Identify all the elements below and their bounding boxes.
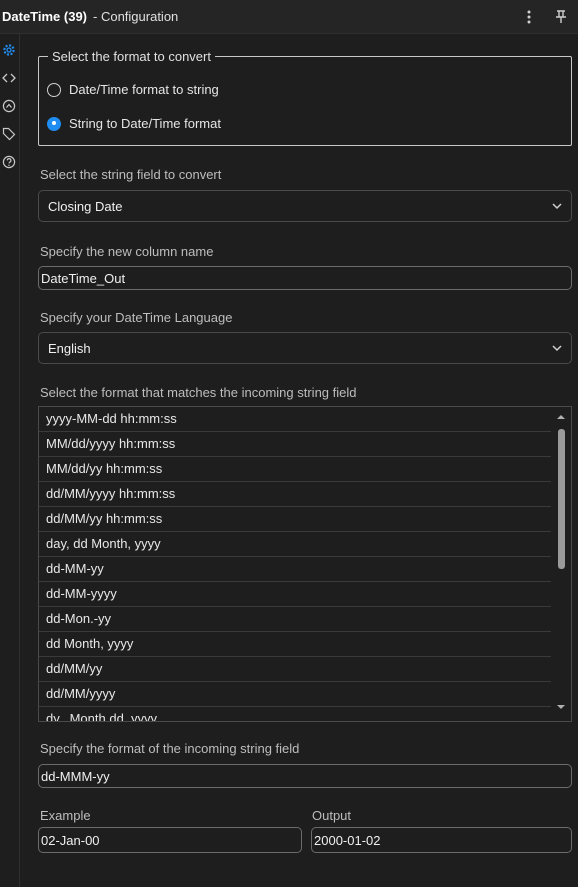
gear-icon[interactable]: [1, 42, 17, 58]
scroll-thumb[interactable]: [558, 429, 565, 569]
incoming-format-label: Specify the format of the incoming strin…: [40, 741, 300, 756]
string-field-dropdown[interactable]: Closing Date: [38, 190, 572, 222]
list-item[interactable]: dd/MM/yy hh:mm:ss: [39, 507, 551, 532]
list-item[interactable]: dy., Month dd, yyyy: [39, 707, 551, 721]
list-item[interactable]: dd/MM/yy: [39, 657, 551, 682]
string-field-label: Select the string field to convert: [40, 167, 222, 182]
configuration-panel: Select the format to convert Date/Time f…: [22, 34, 578, 887]
pin-icon[interactable]: [554, 7, 568, 27]
list-item[interactable]: dd-Mon.-yy: [39, 607, 551, 632]
incoming-format-input[interactable]: [38, 764, 572, 788]
list-item[interactable]: MM/dd/yyyy hh:mm:ss: [39, 432, 551, 457]
title-bar: DateTime (39) - Configuration: [0, 0, 578, 34]
list-item[interactable]: yyyy-MM-dd hh:mm:ss: [39, 407, 551, 432]
chevron-down-icon: [552, 203, 562, 210]
side-toolbar: [0, 34, 20, 887]
list-item[interactable]: MM/dd/yy hh:mm:ss: [39, 457, 551, 482]
list-item[interactable]: dd Month, yyyy: [39, 632, 551, 657]
radio-label: Date/Time format to string: [69, 82, 219, 97]
workflow-icon[interactable]: [1, 98, 17, 114]
scroll-down-arrow-icon[interactable]: [556, 703, 566, 711]
radio-button-selected[interactable]: [47, 116, 61, 131]
language-value: English: [48, 340, 91, 356]
output-label: Output: [312, 808, 352, 823]
code-icon[interactable]: [1, 70, 17, 86]
scroll-up-arrow-icon[interactable]: [556, 413, 566, 421]
list-item[interactable]: dd/MM/yyyy hh:mm:ss: [39, 482, 551, 507]
title-actions: [522, 0, 568, 34]
example-input[interactable]: [38, 827, 302, 853]
list-item[interactable]: dd-MM-yy: [39, 557, 551, 582]
window-title: DateTime (39): [2, 9, 88, 24]
example-label: Example: [40, 808, 91, 823]
radio-datetime-to-string[interactable]: Date/Time format to string: [47, 82, 219, 97]
radio-button[interactable]: [47, 82, 61, 97]
language-dropdown[interactable]: English: [38, 332, 572, 364]
list-scrollbar[interactable]: [551, 407, 571, 721]
tag-icon[interactable]: [1, 126, 17, 142]
radio-string-to-datetime[interactable]: String to Date/Time format: [47, 116, 221, 131]
more-vertical-icon[interactable]: [522, 7, 536, 27]
new-column-label: Specify the new column name: [40, 244, 214, 259]
help-icon[interactable]: [1, 154, 17, 170]
format-list-label: Select the format that matches the incom…: [40, 385, 357, 400]
radio-label: String to Date/Time format: [69, 116, 221, 131]
new-column-input[interactable]: [38, 266, 572, 290]
list-item[interactable]: day, dd Month, yyyy: [39, 532, 551, 557]
convert-format-legend: Select the format to convert: [48, 48, 215, 65]
window-subtitle: - Configuration: [93, 9, 179, 24]
output-input[interactable]: [311, 827, 572, 853]
list-item[interactable]: dd/MM/yyyy: [39, 682, 551, 707]
list-item[interactable]: dd-MM-yyyy: [39, 582, 551, 607]
chevron-down-icon: [552, 345, 562, 352]
language-label: Specify your DateTime Language: [40, 310, 233, 325]
format-listbox[interactable]: yyyy-MM-dd hh:mm:ss MM/dd/yyyy hh:mm:ss …: [38, 406, 572, 722]
convert-format-group: Select the format to convert Date/Time f…: [38, 48, 572, 146]
string-field-value: Closing Date: [48, 198, 123, 214]
